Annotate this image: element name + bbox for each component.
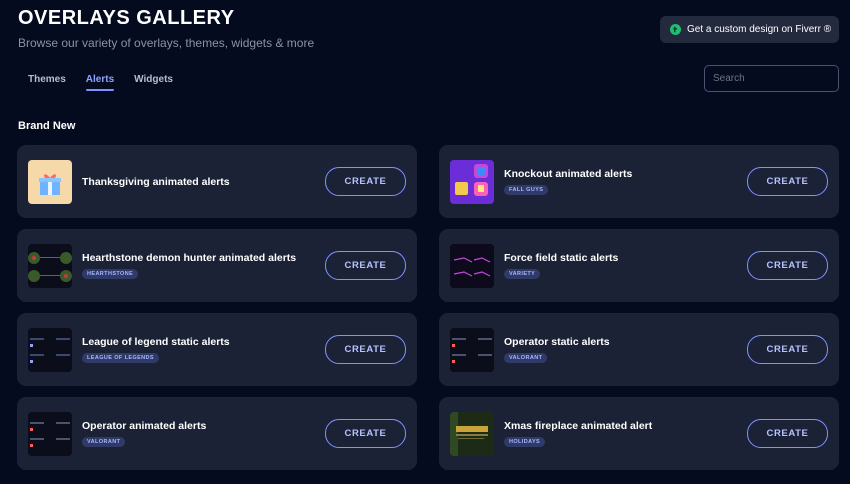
create-button[interactable]: CREATE <box>747 335 828 364</box>
page-title: OVERLAYS GALLERY <box>18 7 235 29</box>
tab-widgets[interactable]: Widgets <box>124 72 183 91</box>
card-thumbnail <box>450 327 494 372</box>
alert-card: Xmas fireplace animated alert HOLIDAYS C… <box>439 397 839 470</box>
game-tag: HOLIDAYS <box>504 437 546 447</box>
game-tag: LEAGUE OF LEGENDS <box>82 353 159 363</box>
create-button[interactable]: CREATE <box>325 167 406 196</box>
card-thumbnail <box>450 159 494 204</box>
game-tag: VARIETY <box>504 269 541 279</box>
card-thumbnail <box>28 243 72 288</box>
game-tag: HEARTHSTONE <box>82 269 139 279</box>
create-button[interactable]: CREATE <box>325 251 406 280</box>
page-subtitle: Browse our variety of overlays, themes, … <box>18 36 315 50</box>
game-tag: VALORANT <box>82 437 126 447</box>
card-title: Thanksgiving animated alerts <box>82 175 230 188</box>
card-thumbnail <box>450 411 494 456</box>
create-button[interactable]: CREATE <box>747 167 828 196</box>
fiverr-custom-design-button[interactable]: Get a custom design on Fiverr ® <box>660 16 839 43</box>
card-title: Hearthstone demon hunter animated alerts <box>82 252 297 264</box>
game-tag: FALL GUYS <box>504 185 549 195</box>
card-thumbnail <box>450 243 494 288</box>
card-title: Xmas fireplace animated alert <box>504 420 653 432</box>
alert-card: League of legend static alerts LEAGUE OF… <box>17 313 417 386</box>
card-title: Force field static alerts <box>504 252 619 264</box>
create-button[interactable]: CREATE <box>747 419 828 448</box>
create-button[interactable]: CREATE <box>747 251 828 280</box>
section-title: Brand New <box>18 120 76 132</box>
alerts-grid: Thanksgiving animated alerts CREATE Knoc… <box>17 145 839 470</box>
card-thumbnail <box>28 327 72 372</box>
game-tag: VALORANT <box>504 353 548 363</box>
alert-card: Hearthstone demon hunter animated alerts… <box>17 229 417 302</box>
card-title: Knockout animated alerts <box>504 168 633 180</box>
tab-themes[interactable]: Themes <box>18 72 76 91</box>
alert-card: Operator static alerts VALORANT CREATE <box>439 313 839 386</box>
fiverr-logo-icon <box>670 24 681 35</box>
card-title: League of legend static alerts <box>82 336 230 348</box>
card-thumbnail <box>28 159 72 204</box>
card-title: Operator animated alerts <box>82 420 207 432</box>
fiverr-button-label: Get a custom design on Fiverr ® <box>687 24 832 35</box>
create-button[interactable]: CREATE <box>325 335 406 364</box>
alert-card: Force field static alerts VARIETY CREATE <box>439 229 839 302</box>
search-input[interactable] <box>713 73 845 84</box>
alert-card: Knockout animated alerts FALL GUYS CREAT… <box>439 145 839 218</box>
card-title: Operator static alerts <box>504 336 610 348</box>
card-thumbnail <box>28 411 72 456</box>
alert-card: Operator animated alerts VALORANT CREATE <box>17 397 417 470</box>
alert-card: Thanksgiving animated alerts CREATE <box>17 145 417 218</box>
create-button[interactable]: CREATE <box>325 419 406 448</box>
category-tabs: Themes Alerts Widgets <box>18 72 183 91</box>
search-box <box>704 65 845 92</box>
tab-alerts[interactable]: Alerts <box>76 72 124 91</box>
